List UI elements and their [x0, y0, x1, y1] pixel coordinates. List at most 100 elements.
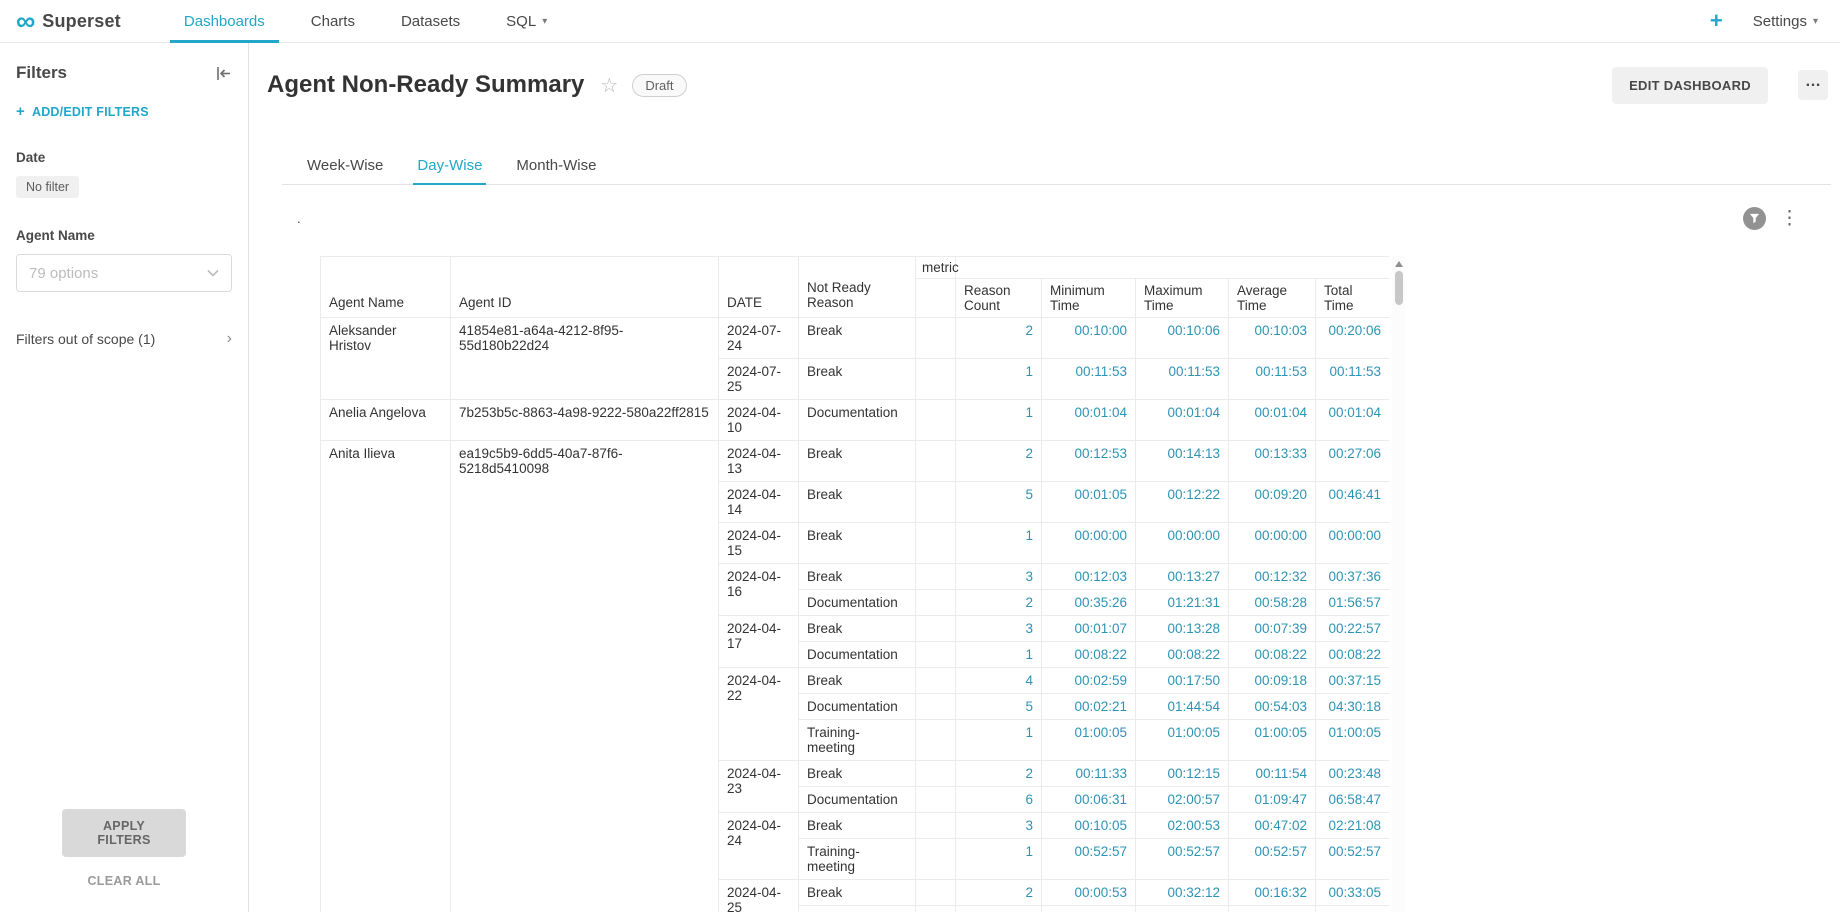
reason-cell: Documentation [799, 590, 916, 616]
col-header-agent-name: Agent Name [321, 257, 451, 318]
average-time-cell: 00:07:39 [1229, 616, 1316, 642]
pivot-table-header: Agent Name Agent ID DATE Not Ready Reaso… [321, 257, 1390, 318]
minimum-time-cell: 00:11:53 [1042, 359, 1136, 400]
date-cell: 2024-04-25 [719, 880, 799, 912]
reason-cell: Break [799, 880, 916, 906]
favorite-star-icon[interactable]: ☆ [600, 73, 618, 98]
scroll-up-arrow-icon[interactable] [1395, 261, 1403, 267]
total-time-cell: 00:22:57 [1316, 616, 1390, 642]
top-nav: ∞ Superset Dashboards Charts Datasets SQ… [0, 0, 1840, 43]
date-cell: 2024-04-15 [719, 523, 799, 564]
filters-title: Filters [16, 63, 67, 83]
applied-filters-badge[interactable] [1743, 207, 1766, 230]
nav-item-dashboards[interactable]: Dashboards [170, 0, 279, 42]
agent-id-cell: 41854e81-a64a-4212-8f95-55d180b22d24 [451, 318, 719, 400]
add-edit-filters-button[interactable]: + ADD/EDIT FILTERS [16, 103, 232, 120]
reason-count-cell: 3 [956, 616, 1042, 642]
reason-cell: Documentation [799, 694, 916, 720]
reason-cell: Break [799, 668, 916, 694]
edit-dashboard-button[interactable]: EDIT DASHBOARD [1612, 67, 1768, 104]
nav-right: + Settings ▾ [1710, 0, 1840, 42]
agent-name-cell: Aleksander Hristov [321, 318, 451, 400]
chart-kebab-menu-icon[interactable]: ⋮ [1780, 209, 1799, 228]
tab-label: Day-Wise [417, 157, 482, 174]
nav-item-label: Dashboards [184, 13, 265, 30]
metric-spacer-cell [916, 668, 956, 694]
maximum-time-cell: 01:21:31 [1136, 590, 1229, 616]
tab-week-wise[interactable]: Week-Wise [303, 146, 387, 184]
minimum-time-cell: 00:08:22 [1042, 642, 1136, 668]
new-plus-icon[interactable]: + [1710, 10, 1723, 32]
minimum-time-cell: 00:02:59 [1042, 668, 1136, 694]
table-vertical-scrollbar[interactable] [1392, 256, 1405, 912]
nav-item-label: Datasets [401, 13, 460, 30]
settings-menu[interactable]: Settings ▾ [1753, 13, 1818, 30]
metric-spacer-cell [916, 564, 956, 590]
total-time-cell: 00:20:06 [1316, 318, 1390, 359]
maximum-time-cell: 00:00:00 [1136, 523, 1229, 564]
agent-name-cell: Anelia Angelova [321, 400, 451, 441]
maximum-time-cell: 00:32:12 [1136, 880, 1229, 906]
total-time-cell: 00:23:48 [1316, 761, 1390, 787]
tab-month-wise[interactable]: Month-Wise [512, 146, 600, 184]
average-time-cell: 00:52:57 [1229, 839, 1316, 880]
table-row: Aleksander Hristov41854e81-a64a-4212-8f9… [321, 318, 1390, 359]
average-time-cell: 00:09:18 [1229, 668, 1316, 694]
reason-count-cell: 6 [956, 787, 1042, 813]
maximum-time-cell: 00:10:06 [1136, 318, 1229, 359]
metric-spacer-cell [916, 906, 956, 912]
minimum-time-cell: 00:10:00 [1042, 318, 1136, 359]
reason-count-cell: 2 [956, 318, 1042, 359]
date-cell: 2024-04-22 [719, 668, 799, 761]
dashboard-tabs: Week-Wise Day-Wise Month-Wise [282, 146, 1831, 185]
nav-item-datasets[interactable]: Datasets [387, 0, 474, 42]
metric-spacer-cell [916, 694, 956, 720]
reason-cell: Break [799, 564, 916, 590]
chevron-down-icon: ▾ [1813, 16, 1818, 27]
collapse-filters-icon[interactable] [215, 66, 232, 81]
pivot-table-container: Agent Name Agent ID DATE Not Ready Reaso… [320, 256, 1389, 912]
average-time-cell: 01:09:47 [1229, 787, 1316, 813]
date-cell: 2024-07-25 [719, 359, 799, 400]
superset-logo[interactable]: ∞ Superset [0, 0, 139, 42]
brand-name: Superset [42, 11, 121, 32]
average-time-cell: 00:11:53 [1229, 359, 1316, 400]
dashboard-header: Agent Non-Ready Summary ☆ Draft EDIT DAS… [267, 63, 1828, 107]
col-header-minimum-time: Minimum Time [1042, 279, 1136, 318]
minimum-time-cell: 00:12:53 [1042, 441, 1136, 482]
apply-filters-button[interactable]: APPLY FILTERS [62, 809, 186, 857]
clear-all-button[interactable]: CLEAR ALL [87, 874, 160, 888]
average-time-cell: 00:28:34 [1229, 906, 1316, 912]
date-cell: 2024-04-23 [719, 761, 799, 813]
reason-cell: Break [799, 761, 916, 787]
reason-count-cell: 2 [956, 880, 1042, 906]
pivot-table: Agent Name Agent ID DATE Not Ready Reaso… [320, 256, 1389, 912]
maximum-time-cell: 00:17:50 [1136, 668, 1229, 694]
metric-spacer-cell [916, 720, 956, 761]
filters-out-of-scope-toggle[interactable]: Filters out of scope (1) › [16, 330, 232, 348]
plus-icon: + [16, 103, 25, 120]
settings-label: Settings [1753, 13, 1807, 30]
total-time-cell: 01:56:57 [1316, 590, 1390, 616]
nav-item-sql[interactable]: SQL ▾ [492, 0, 561, 42]
scrollbar-thumb[interactable] [1395, 271, 1403, 305]
metric-spacer-cell [916, 400, 956, 441]
superset-infinity-icon: ∞ [16, 8, 35, 35]
total-time-cell: 00:37:36 [1316, 564, 1390, 590]
nav-item-charts[interactable]: Charts [297, 0, 369, 42]
maximum-time-cell: 00:01:04 [1136, 400, 1229, 441]
nav-item-label: Charts [311, 13, 355, 30]
reason-count-cell: 5 [956, 482, 1042, 523]
agent-name-select[interactable]: 79 options [16, 254, 232, 292]
col-header-date: DATE [719, 257, 799, 318]
average-time-cell: 00:09:20 [1229, 482, 1316, 523]
metric-spacer-cell [916, 880, 956, 906]
agent-name-cell: Anita Ilieva [321, 441, 451, 912]
dashboard-more-button[interactable]: … [1798, 70, 1828, 100]
total-time-cell: 00:46:41 [1316, 482, 1390, 523]
total-time-cell: 04:30:18 [1316, 694, 1390, 720]
reason-cell: Documentation [799, 642, 916, 668]
tab-day-wise[interactable]: Day-Wise [413, 146, 486, 184]
reason-cell: Break [799, 482, 916, 523]
metric-axis-filler [956, 257, 1390, 279]
